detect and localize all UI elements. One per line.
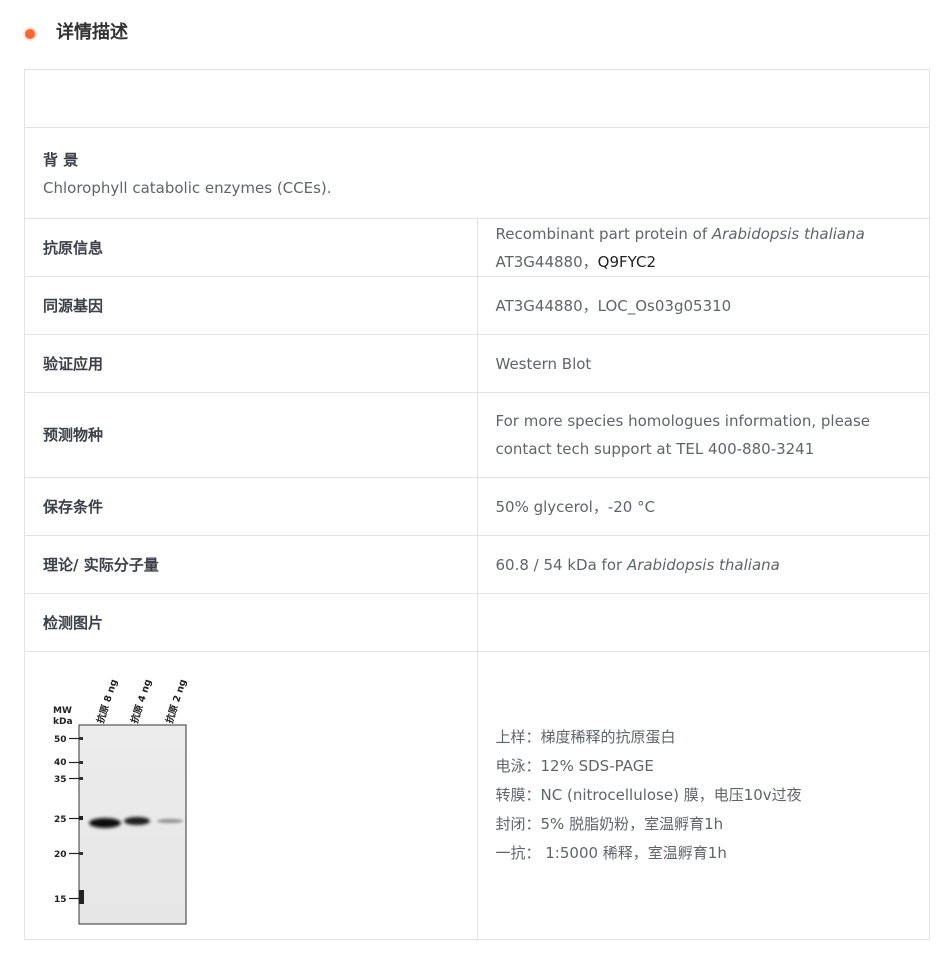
species-value: For more species homologues information,…: [476, 392, 930, 478]
image-value: [476, 593, 930, 652]
uniprot-id: Q9FYC2: [597, 252, 656, 271]
marker-25: 25: [54, 815, 67, 825]
application-value: Western Blot: [476, 334, 930, 393]
antigen-suffix: AT3G44880，: [495, 252, 598, 271]
band-lane-3: [157, 818, 183, 824]
blot-notes: 上样：梯度稀释的抗原蛋白 电泳：12% SDS-PAGE 转膜：NC (nitr…: [476, 651, 930, 940]
western-blot-image: MW kDa 抗原 8 ng 抗原 4 ng 抗原 2 ng 50 40 35 …: [53, 678, 189, 925]
application-row: 验证应用 Western Blot: [24, 334, 930, 393]
section-title: 详情描述: [56, 22, 128, 43]
image-label: 检测图片: [24, 593, 478, 652]
lane-label-2: 抗原 4 ng: [128, 678, 154, 725]
lane-label-1: 抗原 8 ng: [94, 678, 120, 725]
homolog-value: AT3G44880，LOC_Os03g05310: [476, 276, 930, 335]
antigen-row: 抗原信息 Recombinant part protein of Arabido…: [24, 218, 930, 277]
storage-row: 保存条件 50% glycerol，-20 °C: [24, 477, 930, 536]
note-transfer: 转膜：NC (nitrocellulose) 膜，电压10v过夜: [495, 786, 802, 804]
bullet-dot-icon: [25, 29, 35, 39]
mw-row: 理论/ 实际分子量 60.8 / 54 kDa for Arabidopsis …: [24, 535, 930, 594]
band-lane-2: [124, 817, 150, 825]
mw-species: Arabidopsis thaliana: [626, 555, 780, 574]
section-header: 详情描述: [0, 0, 941, 68]
mw-prefix: 60.8 / 54 kDa for: [495, 555, 627, 574]
blot-row: MW kDa 抗原 8 ng 抗原 4 ng 抗原 2 ng 50 40 35 …: [24, 651, 930, 940]
kda-header: kDa: [53, 717, 73, 727]
note-electrophoresis: 电泳：12% SDS-PAGE: [495, 757, 654, 775]
marker-20: 20: [54, 850, 67, 860]
empty-row: [24, 69, 930, 128]
storage-value: 50% glycerol，-20 °C: [476, 477, 930, 536]
background-text: Chlorophyll catabolic enzymes (CCEs).: [43, 179, 332, 197]
homolog-label: 同源基因: [24, 276, 478, 335]
species-row: 预测物种 For more species homologues informa…: [24, 392, 930, 478]
antigen-species: Arabidopsis thaliana: [711, 224, 865, 243]
antigen-prefix: Recombinant part protein of: [495, 224, 712, 243]
mw-header: MW: [53, 706, 72, 716]
image-row: 检测图片: [24, 593, 930, 652]
product-detail-table: 背 景 Chlorophyll catabolic enzymes (CCEs)…: [24, 69, 930, 940]
antigen-value: Recombinant part protein of Arabidopsis …: [476, 218, 930, 277]
western-blot-figure: MW kDa 抗原 8 ng 抗原 4 ng 抗原 2 ng 50 40 35 …: [25, 652, 227, 939]
note-loading: 上样：梯度稀释的抗原蛋白: [495, 728, 676, 746]
species-label: 预测物种: [24, 392, 478, 478]
homolog-row: 同源基因 AT3G44880，LOC_Os03g05310: [24, 276, 930, 335]
mw-label: 理论/ 实际分子量: [24, 535, 478, 594]
application-label: 验证应用: [24, 334, 478, 393]
marker-ticks: [69, 737, 79, 900]
note-blocking: 封闭：5% 脱脂奶粉，室温孵育1h: [495, 815, 724, 833]
lane-label-3: 抗原 2 ng: [163, 678, 189, 725]
background-row: 背 景 Chlorophyll catabolic enzymes (CCEs)…: [24, 127, 930, 219]
mw-value: 60.8 / 54 kDa for Arabidopsis thaliana: [476, 535, 930, 594]
storage-label: 保存条件: [24, 477, 478, 536]
marker-40: 40: [54, 758, 67, 768]
band-lane-1: [89, 818, 121, 828]
background-heading: 背 景: [43, 151, 79, 169]
marker-50: 50: [54, 735, 67, 745]
marker-15: 15: [54, 895, 67, 905]
marker-35: 35: [54, 775, 67, 785]
note-primary-antibody: 一抗： 1:5000 稀释，室温孵育1h: [495, 844, 727, 862]
antigen-label: 抗原信息: [24, 218, 478, 277]
